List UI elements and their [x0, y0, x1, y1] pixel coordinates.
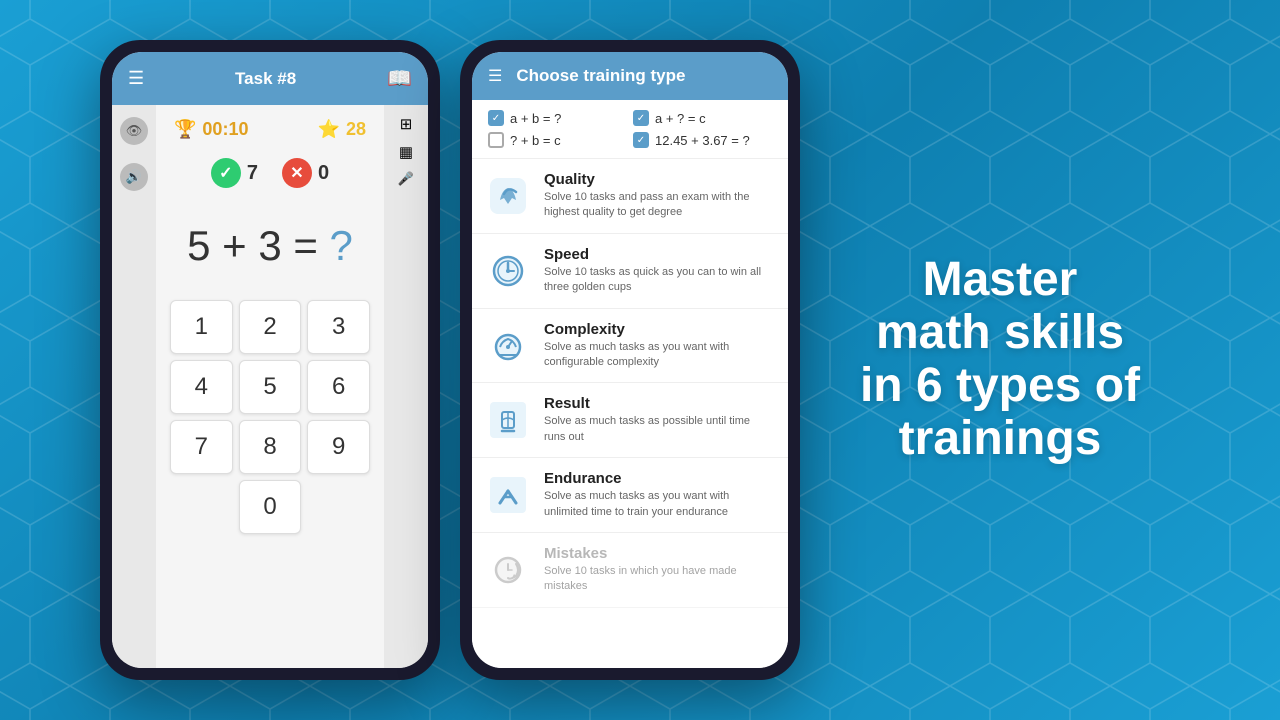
training-body: ✓ a + b = ? ✓ a + ? = c ? + b = c ✓ 12.4…	[472, 100, 788, 668]
endurance-name: Endurance	[544, 470, 774, 487]
endurance-text: Endurance Solve as much tasks as you wan…	[544, 470, 774, 520]
speed-text: Speed Solve 10 tasks as quick as you can…	[544, 246, 774, 296]
key-9[interactable]: 9	[307, 420, 370, 474]
training-header: ☰ Choose training type	[472, 52, 788, 100]
trophy-icon: 🏆	[174, 119, 196, 140]
promo-line1: Master	[923, 253, 1078, 306]
cb-checked-icon2: ✓	[633, 110, 649, 126]
promo-line2: math skills	[876, 306, 1124, 359]
question-mark: ?	[330, 222, 353, 269]
checkbox-section: ✓ a + b = ? ✓ a + ? = c ? + b = c ✓ 12.4…	[472, 100, 788, 159]
phone-task-screen: ☰ Task #8 📖 👁 🔊 🏆 00:10	[112, 52, 428, 668]
cb-checked-icon3: ✓	[633, 132, 649, 148]
x-icon: ✕	[282, 158, 312, 188]
task-menu-icon[interactable]: ☰	[128, 68, 144, 89]
score-display: 28	[346, 119, 366, 140]
table-icon[interactable]: ▦	[399, 143, 413, 161]
endurance-icon	[486, 473, 530, 517]
cb-unchecked-icon	[488, 132, 504, 148]
promo-line4: trainings	[899, 412, 1102, 465]
star-icon: ⭐	[318, 119, 340, 140]
complexity-text: Complexity Solve as much tasks as you wa…	[544, 321, 774, 371]
checkbox-aplusc[interactable]: ✓ a + ? = c	[633, 110, 772, 126]
grid-icon[interactable]: ⊞	[400, 115, 413, 133]
cb-label-qplusb: ? + b = c	[510, 133, 561, 148]
training-item-quality[interactable]: Quality Solve 10 tasks and pass an exam …	[472, 159, 788, 234]
mistakes-desc: Solve 10 tasks in which you have made mi…	[544, 564, 774, 595]
wrong-badge: ✕ 0	[282, 158, 329, 188]
task-left-bar: 👁 🔊	[112, 105, 156, 668]
task-main: 🏆 00:10 ⭐ 28 ✓ 7	[156, 105, 384, 668]
key-1[interactable]: 1	[170, 300, 233, 354]
training-item-endurance[interactable]: Endurance Solve as much tasks as you wan…	[472, 458, 788, 533]
promo-title: Master math skills in 6 types of trainin…	[840, 254, 1160, 465]
trophy-time: 🏆 00:10	[174, 119, 248, 140]
correct-badge: ✓ 7	[211, 158, 258, 188]
cb-label-decimal: 12.45 + 3.67 = ?	[655, 133, 750, 148]
quality-text: Quality Solve 10 tasks and pass an exam …	[544, 171, 774, 221]
cb-label-aplusb: a + b = ?	[510, 111, 561, 126]
stats-row: 🏆 00:10 ⭐ 28	[166, 115, 374, 144]
quality-icon	[486, 174, 530, 218]
checkbox-aplusb[interactable]: ✓ a + b = ?	[488, 110, 627, 126]
quality-name: Quality	[544, 171, 774, 188]
key-6[interactable]: 6	[307, 360, 370, 414]
key-2[interactable]: 2	[239, 300, 302, 354]
promo-line3: in 6 types of	[860, 359, 1140, 412]
speed-icon	[486, 249, 530, 293]
star-score: ⭐ 28	[318, 119, 366, 140]
result-desc: Solve as much tasks as possible until ti…	[544, 414, 774, 445]
task-body: 👁 🔊 🏆 00:10 ⭐ 28	[112, 105, 428, 668]
key-8[interactable]: 8	[239, 420, 302, 474]
right-promo: Master math skills in 6 types of trainin…	[820, 234, 1180, 485]
speed-name: Speed	[544, 246, 774, 263]
checkbox-decimal[interactable]: ✓ 12.45 + 3.67 = ?	[633, 132, 772, 148]
complexity-icon	[486, 323, 530, 367]
phone-training-screen: ☰ Choose training type ✓ a + b = ? ✓ a +…	[472, 52, 788, 668]
task-right-bar: ⊞ ▦ 🎤	[384, 105, 428, 668]
result-name: Result	[544, 395, 774, 412]
mistakes-name: Mistakes	[544, 545, 774, 562]
cb-label-aplusc: a + ? = c	[655, 111, 706, 126]
training-item-complexity[interactable]: Complexity Solve as much tasks as you wa…	[472, 309, 788, 384]
correct-count: 7	[247, 162, 258, 185]
training-item-mistakes[interactable]: Mistakes Solve 10 tasks in which you hav…	[472, 533, 788, 608]
training-title: Choose training type	[516, 66, 685, 86]
eye-icon[interactable]: 👁	[120, 117, 148, 145]
endurance-desc: Solve as much tasks as you want with unl…	[544, 489, 774, 520]
correct-wrong-row: ✓ 7 ✕ 0	[211, 158, 329, 188]
key-3[interactable]: 3	[307, 300, 370, 354]
key-4[interactable]: 4	[170, 360, 233, 414]
result-text: Result Solve as much tasks as possible u…	[544, 395, 774, 445]
phone-training: ☰ Choose training type ✓ a + b = ? ✓ a +…	[460, 40, 800, 680]
mistakes-text: Mistakes Solve 10 tasks in which you hav…	[544, 545, 774, 595]
result-icon	[486, 398, 530, 442]
checkbox-qplusb[interactable]: ? + b = c	[488, 132, 627, 148]
cb-checked-icon: ✓	[488, 110, 504, 126]
training-item-result[interactable]: Result Solve as much tasks as possible u…	[472, 383, 788, 458]
mistakes-icon	[486, 548, 530, 592]
phone-task: ☰ Task #8 📖 👁 🔊 🏆 00:10	[100, 40, 440, 680]
training-list: Quality Solve 10 tasks and pass an exam …	[472, 159, 788, 668]
timer-display: 00:10	[202, 119, 248, 140]
key-5[interactable]: 5	[239, 360, 302, 414]
task-book-icon[interactable]: 📖	[387, 66, 412, 91]
speed-desc: Solve 10 tasks as quick as you can to wi…	[544, 265, 774, 296]
training-menu-icon[interactable]: ☰	[488, 66, 502, 86]
wrong-count: 0	[318, 162, 329, 185]
content-area: ☰ Task #8 📖 👁 🔊 🏆 00:10	[0, 0, 1280, 720]
mic-icon[interactable]: 🎤	[398, 171, 414, 187]
check-icon: ✓	[211, 158, 241, 188]
complexity-name: Complexity	[544, 321, 774, 338]
speaker-icon[interactable]: 🔊	[120, 163, 148, 191]
math-equation: 5 + 3 = ?	[187, 222, 353, 270]
complexity-desc: Solve as much tasks as you want with con…	[544, 340, 774, 371]
training-item-speed[interactable]: Speed Solve 10 tasks as quick as you can…	[472, 234, 788, 309]
numpad: 1 2 3 4 5 6 7 8 9 0	[166, 300, 374, 534]
task-header: ☰ Task #8 📖	[112, 52, 428, 105]
task-title: Task #8	[235, 69, 296, 89]
quality-desc: Solve 10 tasks and pass an exam with the…	[544, 190, 774, 221]
key-7[interactable]: 7	[170, 420, 233, 474]
key-0[interactable]: 0	[239, 480, 302, 534]
